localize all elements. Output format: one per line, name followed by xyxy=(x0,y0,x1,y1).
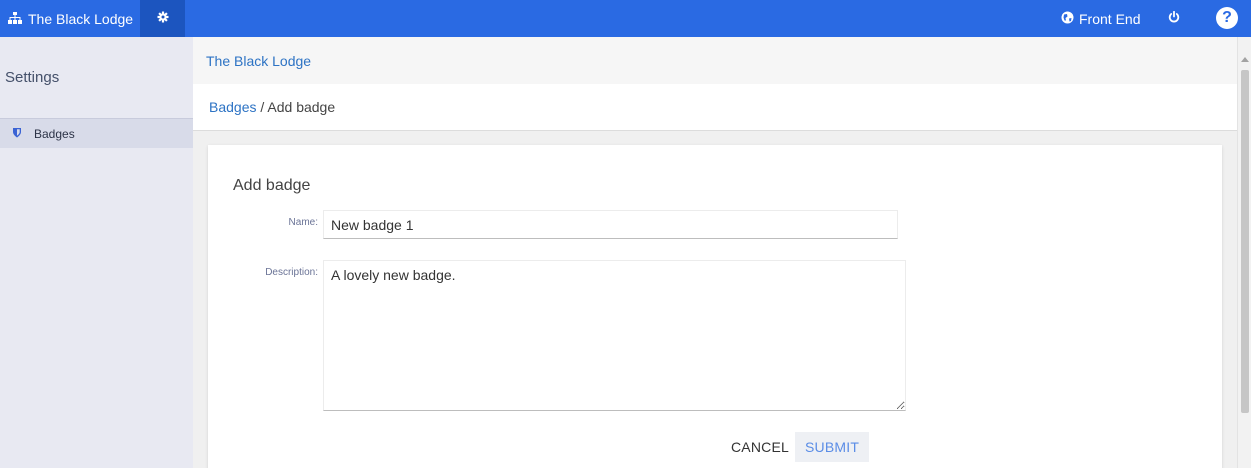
globe-icon xyxy=(1061,11,1079,27)
breadcrumb: Badges / Add badge xyxy=(209,99,335,115)
settings-button[interactable] xyxy=(140,0,185,37)
sidebar-item-badges[interactable]: Badges xyxy=(0,118,193,148)
power-icon xyxy=(1168,10,1180,28)
sidebar: Settings Badges xyxy=(0,37,193,468)
breadcrumb-separator: / xyxy=(256,99,268,115)
sidebar-title: Settings xyxy=(5,69,60,86)
gear-icon xyxy=(157,10,169,28)
site-name: The Black Lodge xyxy=(28,10,134,27)
description-label: Description: xyxy=(265,267,318,278)
scroll-thumb[interactable] xyxy=(1241,70,1249,413)
top-bar: The Black Lodge Front End ? xyxy=(0,0,1251,37)
breadcrumb-badges-link[interactable]: Badges xyxy=(209,99,256,115)
page-scrollbar[interactable] xyxy=(1237,37,1251,468)
front-end-link[interactable]: Front End xyxy=(1061,0,1140,37)
breadcrumb-current: Add badge xyxy=(267,99,336,115)
sitemap-icon xyxy=(8,11,28,27)
site-header: The Black Lodge xyxy=(193,37,1237,84)
sidebar-item-label: Badges xyxy=(34,126,75,141)
site-home-link[interactable]: The Black Lodge xyxy=(0,0,140,37)
help-button[interactable]: ? xyxy=(1216,7,1238,29)
submit-button[interactable]: SUBMIT xyxy=(795,432,870,462)
help-icon: ? xyxy=(1222,9,1232,26)
shield-icon xyxy=(12,127,34,141)
name-label: Name: xyxy=(288,217,318,228)
form-title: Add badge xyxy=(233,177,311,194)
front-end-label: Front End xyxy=(1079,10,1141,27)
site-title-link[interactable]: The Black Lodge xyxy=(206,53,311,69)
breadcrumb-bar: Badges / Add badge xyxy=(193,84,1237,131)
cancel-button[interactable]: CANCEL xyxy=(722,432,798,462)
description-field[interactable]: A lovely new badge. xyxy=(323,260,906,411)
add-badge-card: Add badge Name: Description: A lovely ne… xyxy=(208,145,1222,468)
logout-button[interactable] xyxy=(1166,0,1182,37)
scroll-up-arrow-icon[interactable] xyxy=(1241,57,1249,62)
name-field[interactable] xyxy=(323,210,898,239)
